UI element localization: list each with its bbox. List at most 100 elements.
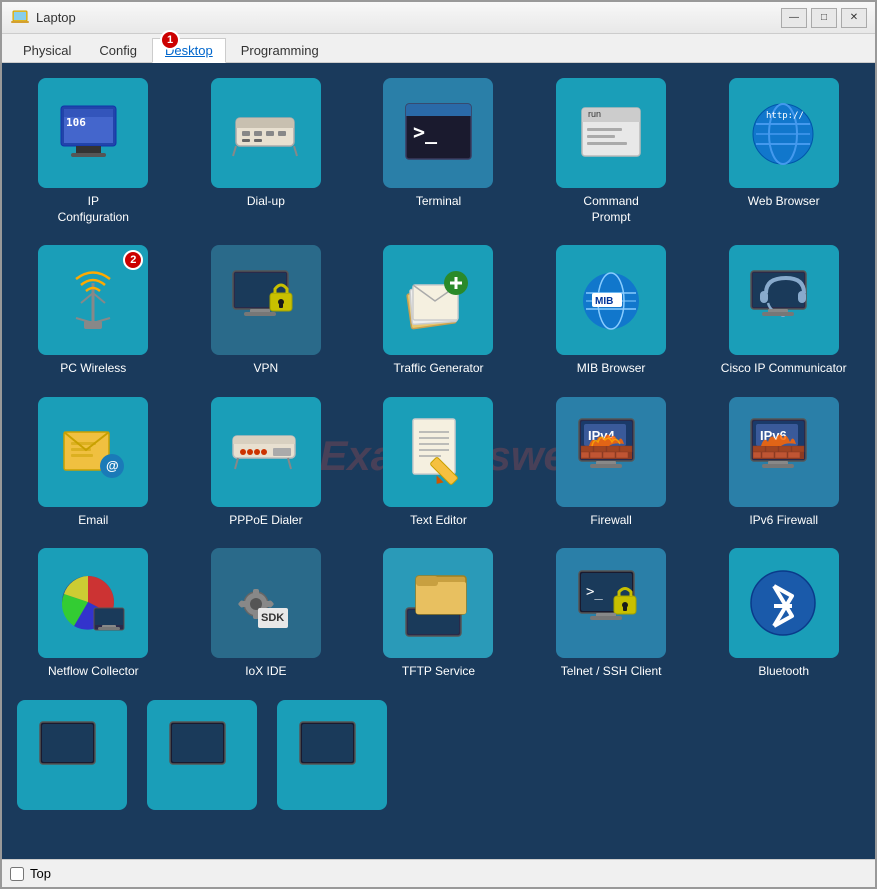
top-label: Top xyxy=(30,866,51,881)
traffic-generator-icon-box xyxy=(383,245,493,355)
vpn-icon xyxy=(228,263,303,338)
list-item[interactable]: Text Editor xyxy=(357,392,520,534)
command-prompt-icon-box: run xyxy=(556,78,666,188)
cisco-ip-communicator-icon xyxy=(746,263,821,338)
svg-text:>_: >_ xyxy=(413,120,438,144)
command-prompt-label: CommandPrompt xyxy=(583,194,638,225)
list-item[interactable] xyxy=(12,695,132,821)
command-prompt-icon: run xyxy=(574,96,649,171)
traffic-generator-icon xyxy=(401,263,476,338)
list-item[interactable]: VPN xyxy=(185,240,348,382)
dial-up-icon xyxy=(228,96,303,171)
list-item[interactable]: >_ Terminal xyxy=(357,73,520,230)
list-item[interactable] xyxy=(272,695,392,821)
extra-icon-1-svg xyxy=(35,717,110,792)
svg-text:http://: http:// xyxy=(766,111,804,121)
iox-ide-icon-box: SDK xyxy=(211,548,321,658)
ip-configuration-icon: 106 xyxy=(56,96,131,171)
partial-row xyxy=(12,695,865,821)
svg-text:SDK: SDK xyxy=(261,612,284,624)
list-item[interactable]: IPv4 xyxy=(530,392,693,534)
close-button[interactable]: ✕ xyxy=(841,8,867,28)
dial-up-label: Dial-up xyxy=(247,194,285,210)
pc-wireless-icon-box: 2 xyxy=(38,245,148,355)
tab-programming[interactable]: Programming xyxy=(228,38,332,62)
list-item[interactable]: 106 IPConfiguration xyxy=(12,73,175,230)
list-item[interactable]: @ Email xyxy=(12,392,175,534)
list-item[interactable]: TFTP Service xyxy=(357,543,520,685)
tab-badge-1: 1 xyxy=(160,30,180,50)
app-icon-grid: 106 IPConfiguration xyxy=(12,73,865,685)
bottom-bar: Top xyxy=(2,859,875,887)
firewall-icon: IPv4 xyxy=(574,414,649,489)
list-item[interactable]: IPv6 IPv6 Firewa xyxy=(702,392,865,534)
extra-icon-1 xyxy=(17,700,127,810)
web-browser-icon: http:// xyxy=(746,96,821,171)
vpn-icon-box xyxy=(211,245,321,355)
netflow-collector-icon xyxy=(56,566,131,641)
ip-configuration-label: IPConfiguration xyxy=(58,194,129,225)
telnet-ssh-client-icon-box: >_ xyxy=(556,548,666,658)
tftp-service-icon-box xyxy=(383,548,493,658)
terminal-icon: >_ xyxy=(401,96,476,171)
tftp-service-icon xyxy=(401,566,476,641)
web-browser-label: Web Browser xyxy=(748,194,820,210)
tftp-service-label: TFTP Service xyxy=(402,664,475,680)
netflow-collector-label: Netflow Collector xyxy=(48,664,139,680)
list-item[interactable]: >_ Telnet / SSH Client xyxy=(530,543,693,685)
maximize-button[interactable]: □ xyxy=(811,8,837,28)
top-checkbox[interactable] xyxy=(10,867,24,881)
pppoe-dialer-icon xyxy=(228,414,303,489)
extra-icon-3-svg xyxy=(295,717,370,792)
netflow-collector-icon-box xyxy=(38,548,148,658)
list-item[interactable]: Netflow Collector xyxy=(12,543,175,685)
tab-bar: 1 Physical Config Desktop Programming xyxy=(2,34,875,63)
list-item[interactable]: 2 PC xyxy=(12,240,175,382)
laptop-title-icon xyxy=(10,8,30,28)
dial-up-icon-box xyxy=(211,78,321,188)
terminal-label: Terminal xyxy=(416,194,461,210)
title-bar: Laptop — □ ✕ xyxy=(2,2,875,34)
minimize-button[interactable]: — xyxy=(781,8,807,28)
list-item[interactable]: SDK IoX IDE xyxy=(185,543,348,685)
terminal-icon-box: >_ xyxy=(383,78,493,188)
email-icon-box: @ xyxy=(38,397,148,507)
bluetooth-label: Bluetooth xyxy=(758,664,809,680)
extra-icon-2-svg xyxy=(165,717,240,792)
tab-physical[interactable]: Physical xyxy=(10,38,84,62)
ipv6-firewall-icon: IPv6 xyxy=(746,414,821,489)
mib-browser-icon: MIB xyxy=(574,263,649,338)
list-item[interactable]: Traffic Generator xyxy=(357,240,520,382)
firewall-icon-box: IPv4 xyxy=(556,397,666,507)
web-browser-icon-box: http:// xyxy=(729,78,839,188)
desktop-content[interactable]: IT ExamAnswers 106 IPConfiguration xyxy=(2,63,875,859)
mib-browser-label: MIB Browser xyxy=(577,361,646,377)
list-item[interactable] xyxy=(142,695,262,821)
list-item[interactable]: MIB MIB Browser xyxy=(530,240,693,382)
iox-ide-label: IoX IDE xyxy=(245,664,286,680)
tab-config[interactable]: Config xyxy=(86,38,150,62)
svg-text:>_: >_ xyxy=(586,584,603,600)
ip-configuration-icon-box: 106 xyxy=(38,78,148,188)
svg-text:@: @ xyxy=(106,458,119,473)
list-item[interactable]: run CommandPrompt xyxy=(530,73,693,230)
list-item[interactable]: http:// Web Browser xyxy=(702,73,865,230)
pppoe-dialer-icon-box xyxy=(211,397,321,507)
telnet-ssh-client-icon: >_ xyxy=(574,566,649,641)
wireless-badge: 2 xyxy=(123,250,143,270)
svg-text:106: 106 xyxy=(66,116,86,129)
pc-wireless-icon xyxy=(56,263,131,338)
list-item[interactable]: PPPoE Dialer xyxy=(185,392,348,534)
list-item[interactable]: Dial-up xyxy=(185,73,348,230)
main-window: Laptop — □ ✕ 1 Physical Config Desktop P… xyxy=(0,0,877,889)
list-item[interactable]: Cisco IP Communicator xyxy=(702,240,865,382)
email-label: Email xyxy=(78,513,108,529)
svg-text:MIB: MIB xyxy=(595,296,613,307)
text-editor-label: Text Editor xyxy=(410,513,467,529)
list-item[interactable]: Bluetooth xyxy=(702,543,865,685)
bluetooth-icon-box xyxy=(729,548,839,658)
window-title: Laptop xyxy=(36,10,781,25)
extra-icon-3 xyxy=(277,700,387,810)
extra-icon-2 xyxy=(147,700,257,810)
cisco-ip-communicator-label: Cisco IP Communicator xyxy=(721,361,847,377)
